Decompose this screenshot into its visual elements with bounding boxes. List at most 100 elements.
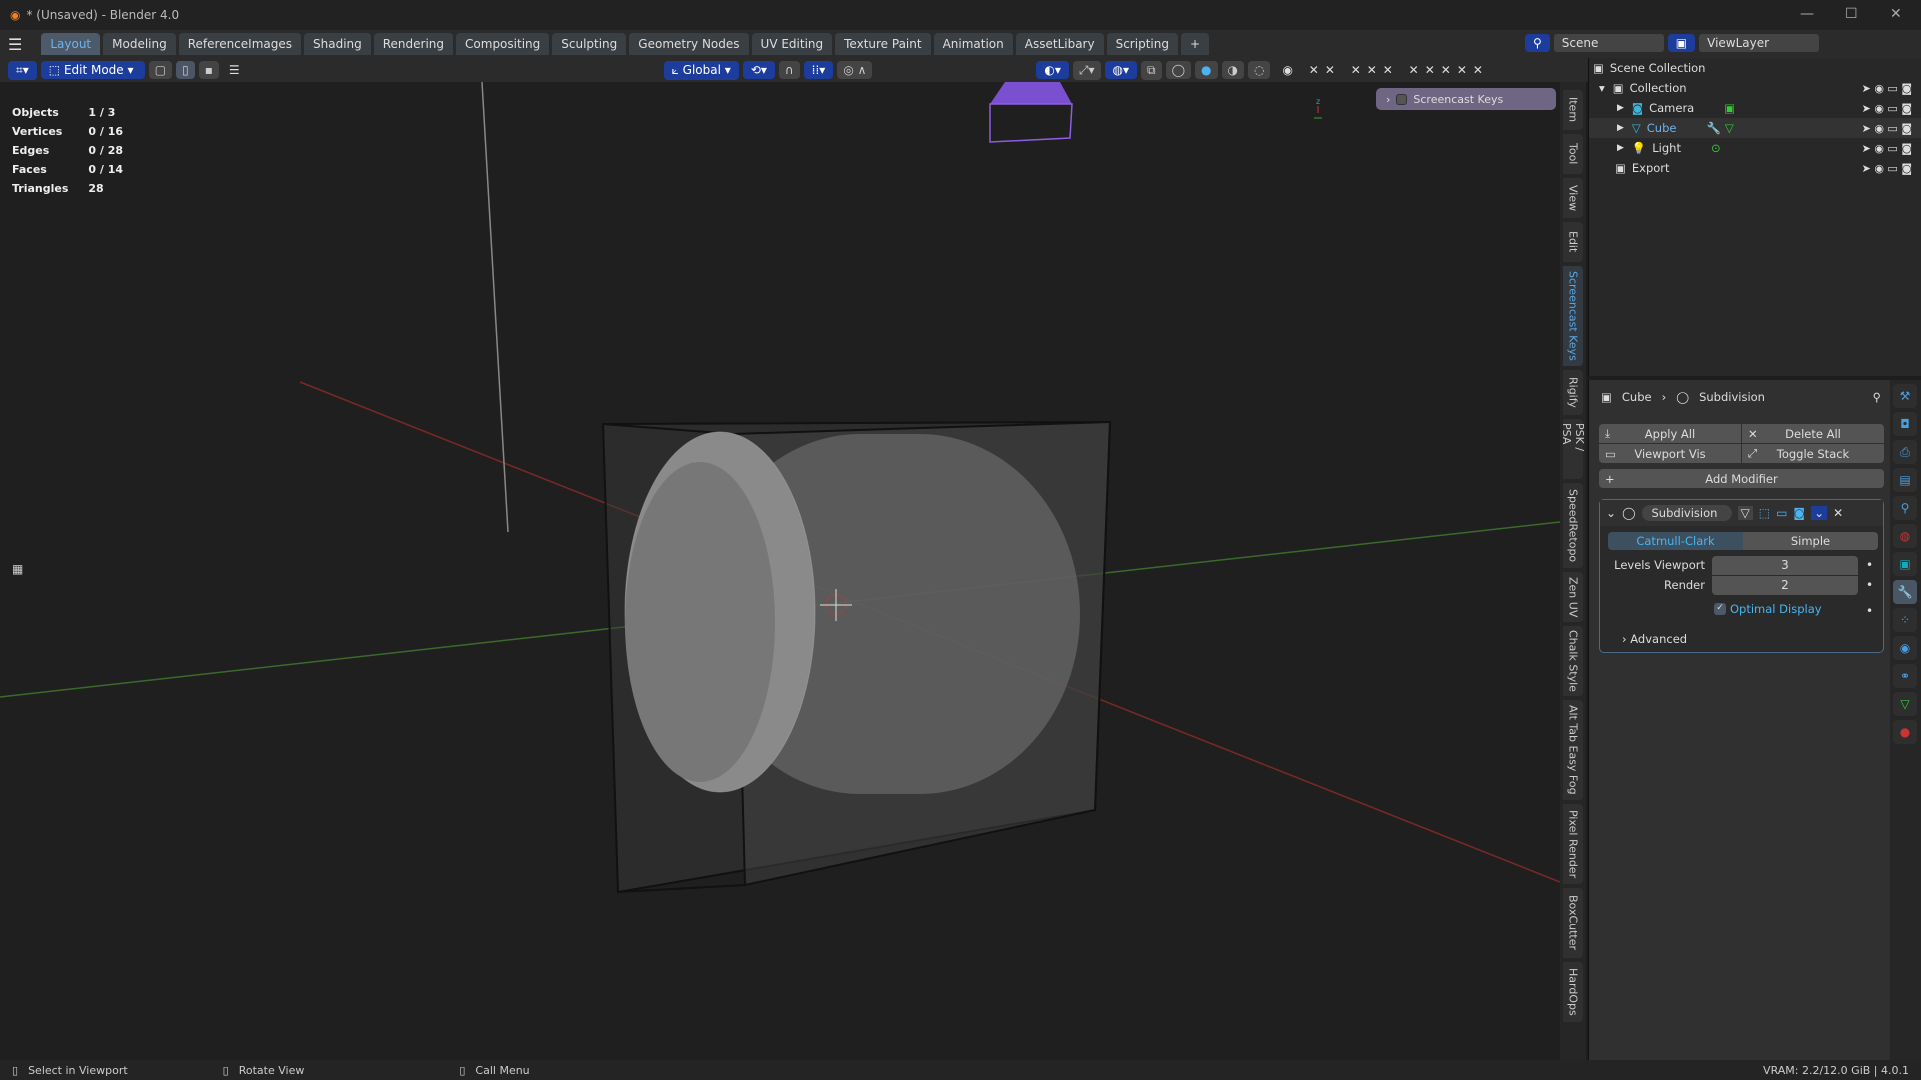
snap-target-icon[interactable]: ⁞⁞▾	[803, 61, 834, 79]
side-tab-screencast-keys[interactable]: Screencast Keys	[1563, 266, 1583, 366]
tab-layout[interactable]: Layout	[41, 33, 101, 55]
keyframe-dot-icon[interactable]: •	[1866, 578, 1873, 592]
toggle-stack-button[interactable]: ⤢ Toggle Stack	[1742, 444, 1884, 463]
editor-type-button[interactable]: ⌗▾	[8, 60, 37, 80]
side-tab-item[interactable]: Item	[1563, 90, 1583, 130]
cage-toggle-icon[interactable]: ⬚	[1759, 506, 1770, 520]
tab-scripting[interactable]: Scripting	[1106, 33, 1178, 55]
object-tab-icon[interactable]: ▣	[1893, 552, 1917, 576]
shading-wireframe-icon[interactable]: ◯	[1165, 61, 1192, 79]
tab-rendering[interactable]: Rendering	[373, 33, 454, 55]
outliner-item-collection[interactable]: ▾ ▣ Collection ➤ ◉ ▭ ◙	[1589, 78, 1921, 98]
world-tab-icon[interactable]: ◍	[1893, 524, 1917, 548]
side-tab-psk-psa[interactable]: PSK / PSA	[1560, 419, 1586, 479]
visibility-icon[interactable]: ◐▾	[1036, 61, 1069, 79]
catmull-clark-option[interactable]: Catmull-Clark	[1608, 532, 1743, 550]
tab-shading[interactable]: Shading	[304, 33, 371, 55]
render-toggle-icon[interactable]: ◙	[1793, 506, 1805, 520]
minimize-button[interactable]: —	[1800, 6, 1814, 22]
snap-icon[interactable]: ∩	[778, 61, 800, 79]
viewport-toggle-icon[interactable]: ▭	[1776, 506, 1787, 520]
tab-reference-images[interactable]: ReferenceImages	[178, 33, 301, 55]
render-tab-icon[interactable]: ◘	[1893, 412, 1917, 436]
visibility-toggles[interactable]: ➤ ◉ ▭ ◙	[1862, 142, 1912, 155]
visibility-toggles[interactable]: ➤ ◉ ▭ ◙	[1862, 122, 1912, 135]
mesh-data-icon[interactable]: ▽	[1725, 121, 1734, 135]
material-tab-icon[interactable]: ●	[1893, 720, 1917, 744]
advanced-subpanel[interactable]: › Advanced	[1622, 632, 1687, 646]
side-tab-zen-uv[interactable]: Zen UV	[1563, 572, 1583, 622]
physics-tab-icon[interactable]: ◉	[1893, 636, 1917, 660]
add-workspace-button[interactable]: +	[1180, 33, 1210, 55]
face-select-icon[interactable]: ▪	[198, 61, 219, 79]
outliner-item-camera[interactable]: ▶ ◙ Camera ▣ ➤ ◉ ▭ ◙	[1589, 98, 1921, 118]
vertex-select-icon[interactable]: ▢	[148, 61, 173, 79]
pin-icon[interactable]: ⚲	[1873, 390, 1881, 404]
disclosure-triangle-icon[interactable]: ▶	[1617, 143, 1624, 153]
side-tab-chalk-style[interactable]: Chalk Style	[1563, 626, 1583, 696]
outliner-item-light[interactable]: ▶ 💡 Light ⊙ ➤ ◉ ▭ ◙	[1589, 138, 1921, 158]
outliner-root[interactable]: ▣ Scene Collection	[1589, 58, 1921, 78]
remove-modifier-icon[interactable]: ✕	[1833, 506, 1843, 520]
disclosure-triangle-icon[interactable]: ▶	[1617, 123, 1624, 133]
camera-data-icon[interactable]: ▣	[1724, 101, 1735, 115]
tab-animation[interactable]: Animation	[933, 33, 1013, 55]
render-levels-field[interactable]: 2	[1712, 576, 1858, 595]
simple-option[interactable]: Simple	[1743, 532, 1878, 550]
side-tab-boxcutter[interactable]: BoxCutter	[1563, 888, 1583, 958]
collapse-chevron-icon[interactable]: ⌄	[1606, 506, 1616, 520]
keyframe-dot-icon[interactable]: •	[1866, 604, 1873, 618]
particles-tab-icon[interactable]: ⁘	[1893, 608, 1917, 632]
light-data-icon[interactable]: ⊙	[1711, 141, 1721, 155]
disclosure-triangle-icon[interactable]: ▾	[1599, 81, 1605, 95]
overlay-icon[interactable]: ◍▾	[1104, 61, 1138, 79]
shading-rendered-icon[interactable]: ◌	[1248, 61, 1271, 79]
delete-all-button[interactable]: ✕ Delete All	[1742, 424, 1884, 443]
view-layer-tab-icon[interactable]: ▤	[1893, 468, 1917, 492]
close-button[interactable]: ✕	[1890, 6, 1902, 22]
visibility-toggles[interactable]: ➤ ◉ ▭ ◙	[1862, 102, 1912, 115]
side-tab-rigify[interactable]: Rigify	[1563, 370, 1583, 415]
scene-tab-icon[interactable]: ⚲	[1893, 496, 1917, 520]
dropdown-icon[interactable]: ⌄	[1811, 506, 1828, 520]
tab-geometry-nodes[interactable]: Geometry Nodes	[629, 33, 749, 55]
menu-icon[interactable]: ☰	[229, 63, 240, 77]
visibility-toggles[interactable]: ➤ ◉ ▭ ◙	[1862, 82, 1912, 95]
tool-tab-icon[interactable]: ⚒	[1893, 384, 1917, 408]
side-tab-hardops[interactable]: HardOps	[1563, 962, 1583, 1022]
transform-orientation-selector[interactable]: ⟀ Global ▾	[663, 60, 739, 80]
disclosure-triangle-icon[interactable]: ▶	[1617, 103, 1624, 113]
tab-modeling[interactable]: Modeling	[103, 33, 176, 55]
output-tab-icon[interactable]: ⎙	[1893, 440, 1917, 464]
3d-viewport[interactable]: z	[0, 81, 1561, 1060]
levels-viewport-field[interactable]: 3	[1712, 556, 1858, 575]
checkbox[interactable]	[1396, 93, 1408, 105]
side-tab-tool[interactable]: Tool	[1563, 134, 1583, 174]
side-tab-pixel-render[interactable]: Pixel Render	[1563, 804, 1583, 884]
side-tab-alt-tab-easy-fog[interactable]: Alt Tab Easy Fog	[1563, 700, 1583, 800]
edit-mode-toggle-icon[interactable]: ▽	[1737, 506, 1753, 520]
screencast-keys-panel[interactable]: › Screencast Keys	[1376, 88, 1556, 110]
constraints-tab-icon[interactable]: ⚭	[1893, 664, 1917, 688]
maximize-button[interactable]: ☐	[1845, 6, 1858, 22]
tab-uv-editing[interactable]: UV Editing	[751, 33, 833, 55]
xray-icon[interactable]: ⧉	[1141, 60, 1162, 80]
view-layer-field[interactable]: ViewLayer	[1699, 34, 1820, 52]
pivot-icon[interactable]: ⟲▾	[742, 61, 775, 79]
viewport-vis-button[interactable]: ▭ Viewport Vis	[1599, 444, 1741, 463]
outliner-item-cube[interactable]: ▶ ▽ Cube 🔧 ▽ ➤ ◉ ▭ ◙	[1589, 118, 1921, 138]
side-tab-edit[interactable]: Edit	[1563, 222, 1583, 262]
edge-select-icon[interactable]: ▯	[176, 61, 195, 79]
tab-asset-library[interactable]: AssetLibary	[1015, 33, 1104, 55]
optimal-display-checkbox[interactable]: ✓	[1714, 603, 1726, 615]
shading-solid-icon[interactable]: ●	[1195, 61, 1218, 79]
menu-icon[interactable]: ☰	[8, 35, 22, 54]
keyframe-dot-icon[interactable]: •	[1866, 558, 1873, 572]
toolbar-toggle-icon[interactable]: ▦	[12, 562, 23, 576]
view-layer-icon[interactable]: ▣	[1667, 34, 1696, 52]
modifier-name-field[interactable]: Subdivision	[1641, 505, 1732, 521]
wrench-icon[interactable]: 🔧	[1706, 121, 1720, 135]
scene-selector-icon[interactable]: ⚲	[1525, 34, 1550, 52]
proportional-edit-icon[interactable]: ◎ ∧	[837, 61, 873, 79]
data-tab-icon[interactable]: ▽	[1893, 692, 1917, 716]
